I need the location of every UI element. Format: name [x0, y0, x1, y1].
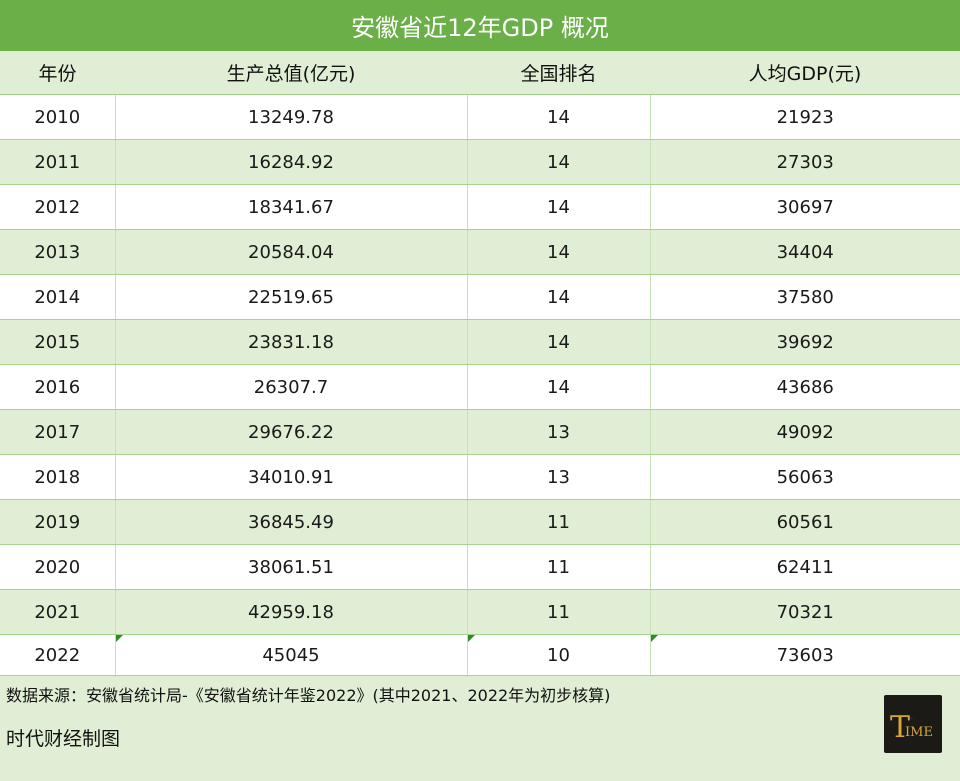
cell-per-capita: 56063 — [650, 454, 960, 500]
cell-gdp: 22519.65 — [115, 274, 468, 320]
table-row: 2018 34010.91 13 56063 — [0, 454, 960, 500]
cell-year: 2022 — [0, 634, 116, 676]
cell-rank: 11 — [467, 499, 651, 545]
cell-rank: 14 — [467, 184, 651, 230]
cell-per-capita: 73603 — [650, 634, 960, 676]
cell-per-capita: 30697 — [650, 184, 960, 230]
cell-per-capita: 43686 — [650, 364, 960, 410]
table-row: 2021 42959.18 11 70321 — [0, 589, 960, 635]
header-year: 年份 — [0, 51, 115, 95]
cell-per-capita: 60561 — [650, 499, 960, 545]
cell-year: 2020 — [0, 544, 116, 590]
cell-gdp: 42959.18 — [115, 589, 468, 635]
cell-per-capita: 39692 — [650, 319, 960, 365]
svg-text:· · ·: · · · — [908, 716, 914, 721]
credit-text: 时代财经制图 — [6, 728, 121, 750]
header-per-capita: 人均GDP(元) — [650, 51, 960, 95]
data-source-note: 数据来源：安徽省统计局-《安徽省统计年鉴2022》(其中2021、2022年为初… — [6, 686, 611, 705]
cell-note-marker — [650, 635, 658, 642]
cell-gdp: 16284.92 — [115, 139, 468, 185]
cell-year: 2012 — [0, 184, 116, 230]
svg-text:IME: IME — [905, 725, 933, 740]
cell-value: 10 — [547, 644, 570, 666]
cell-gdp: 18341.67 — [115, 184, 468, 230]
cell-rank: 11 — [467, 589, 651, 635]
cell-rank: 14 — [467, 94, 651, 140]
cell-year: 2015 — [0, 319, 116, 365]
cell-gdp: 23831.18 — [115, 319, 468, 365]
cell-rank: 14 — [467, 364, 651, 410]
cell-gdp: 34010.91 — [115, 454, 468, 500]
cell-rank: 13 — [467, 409, 651, 455]
table-row: 2016 26307.7 14 43686 — [0, 364, 960, 410]
cell-gdp: 38061.51 — [115, 544, 468, 590]
table-title: 安徽省近12年GDP 概况 — [0, 0, 960, 52]
cell-per-capita: 49092 — [650, 409, 960, 455]
table-row: 2020 38061.51 11 62411 — [0, 544, 960, 590]
cell-rank: 13 — [467, 454, 651, 500]
cell-year: 2021 — [0, 589, 116, 635]
table-row: 2022 45045 10 73603 — [0, 634, 960, 676]
cell-note-marker — [467, 635, 475, 642]
table-row: 2017 29676.22 13 49092 — [0, 409, 960, 455]
cell-per-capita: 70321 — [650, 589, 960, 635]
cell-per-capita: 62411 — [650, 544, 960, 590]
table-row: 2015 23831.18 14 39692 — [0, 319, 960, 365]
cell-value: 73603 — [776, 644, 834, 666]
cell-per-capita: 27303 — [650, 139, 960, 185]
cell-year: 2011 — [0, 139, 116, 185]
time-logo: T IME · · · — [884, 695, 942, 753]
cell-year: 2010 — [0, 94, 116, 140]
cell-year: 2017 — [0, 409, 116, 455]
cell-rank: 14 — [467, 229, 651, 275]
cell-gdp: 20584.04 — [115, 229, 468, 275]
cell-year: 2013 — [0, 229, 116, 275]
table-row: 2011 16284.92 14 27303 — [0, 139, 960, 185]
cell-gdp: 36845.49 — [115, 499, 468, 545]
table-body: 2010 13249.78 14 21923 2011 16284.92 14 27303 20… — [0, 94, 960, 676]
cell-gdp: 29676.22 — [115, 409, 468, 455]
cell-gdp: 26307.7 — [115, 364, 468, 410]
cell-gdp: 45045 — [115, 634, 468, 676]
cell-rank: 14 — [467, 319, 651, 365]
cell-rank: 11 — [467, 544, 651, 590]
cell-value: 45045 — [262, 644, 320, 666]
table-row: 2019 36845.49 11 60561 — [0, 499, 960, 545]
cell-year: 2019 — [0, 499, 116, 545]
table-row: 2010 13249.78 14 21923 — [0, 94, 960, 140]
cell-rank: 10 — [467, 634, 651, 676]
table-row: 2014 22519.65 14 37580 — [0, 274, 960, 320]
header-gdp: 生产总值(亿元) — [115, 51, 467, 95]
cell-rank: 14 — [467, 274, 651, 320]
cell-per-capita: 21923 — [650, 94, 960, 140]
table-row: 2013 20584.04 14 34404 — [0, 229, 960, 275]
gdp-table: 年份 生产总值(亿元) 全国排名 人均GDP(元) 2010 13249.78 14… — [0, 51, 960, 676]
table-row: 2012 18341.67 14 30697 — [0, 184, 960, 230]
cell-gdp: 13249.78 — [115, 94, 468, 140]
header-rank: 全国排名 — [467, 51, 650, 95]
header-row: 年份 生产总值(亿元) 全国排名 人均GDP(元) — [0, 51, 960, 95]
cell-note-marker — [115, 635, 123, 642]
cell-rank: 14 — [467, 139, 651, 185]
cell-year: 2014 — [0, 274, 116, 320]
cell-per-capita: 34404 — [650, 229, 960, 275]
cell-year: 2016 — [0, 364, 116, 410]
cell-year: 2018 — [0, 454, 116, 500]
cell-per-capita: 37580 — [650, 274, 960, 320]
